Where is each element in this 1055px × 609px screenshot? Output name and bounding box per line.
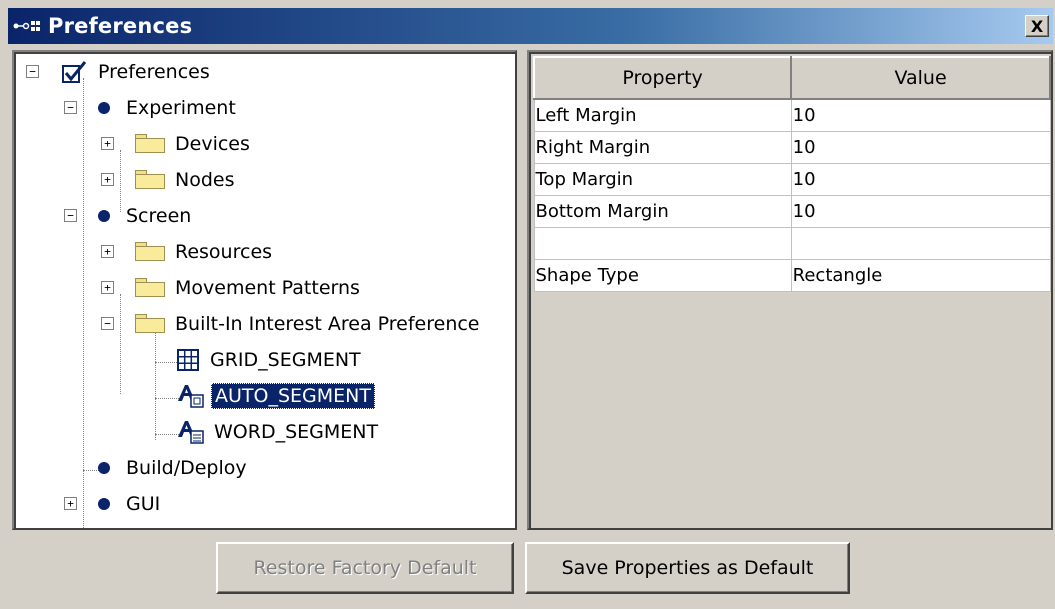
property-row[interactable] bbox=[533, 226, 1051, 260]
tree-expander-expand[interactable]: + bbox=[101, 245, 114, 258]
folder-icon bbox=[134, 278, 166, 298]
tree-item[interactable]: Devices bbox=[134, 126, 253, 162]
app-icon bbox=[12, 16, 48, 36]
grid-icon bbox=[177, 349, 199, 371]
tree-connector bbox=[155, 398, 179, 399]
tree-item-label: Nodes bbox=[175, 169, 235, 191]
bullet-icon bbox=[98, 498, 110, 510]
tree-item-label: WORD_SEGMENT bbox=[214, 421, 379, 443]
bullet-icon bbox=[98, 462, 110, 474]
tree-item[interactable]: WORD_SEGMENT bbox=[177, 414, 381, 450]
property-name-cell[interactable] bbox=[533, 226, 792, 260]
title-bar[interactable]: Preferences X bbox=[8, 8, 1053, 44]
property-value-cell[interactable] bbox=[790, 226, 1051, 260]
tree-item[interactable]: Experiment bbox=[98, 90, 239, 126]
property-panel: Property Value Left Margin 10 Right Margin… bbox=[527, 50, 1053, 530]
tree-expander-expand[interactable]: + bbox=[101, 281, 114, 294]
property-table: Property Value Left Margin 10 Right Margin… bbox=[532, 56, 1051, 292]
folder-icon bbox=[134, 134, 166, 154]
tree-expander-collapse[interactable]: − bbox=[64, 209, 77, 222]
tree-connector bbox=[83, 78, 84, 528]
bullet-icon bbox=[98, 210, 110, 222]
tree-connector bbox=[120, 294, 121, 394]
tree-expander-expand[interactable]: + bbox=[101, 173, 114, 186]
column-header-value[interactable]: Value bbox=[790, 56, 1051, 100]
tree-item-label: Movement Patterns bbox=[175, 277, 360, 299]
tree-expander-expand[interactable]: + bbox=[101, 137, 114, 150]
tree-item[interactable]: AUTO_SEGMENT bbox=[177, 378, 375, 414]
tree-item-label: GRID_SEGMENT bbox=[210, 349, 361, 371]
property-name-cell[interactable]: Top Margin bbox=[533, 162, 792, 196]
property-row[interactable]: Left Margin 10 bbox=[533, 98, 1051, 132]
auto-segment-icon bbox=[177, 383, 205, 409]
preferences-tree[interactable]: − Preferences − Experiment + Devices + Nodes − Sc… bbox=[12, 50, 517, 530]
tree-item-label: Resources bbox=[175, 241, 273, 263]
property-row[interactable]: Right Margin 10 bbox=[533, 130, 1051, 164]
tree-item[interactable]: GRID_SEGMENT bbox=[177, 342, 364, 378]
tree-item-label: AUTO_SEGMENT bbox=[211, 383, 375, 409]
property-row[interactable]: Bottom Margin 10 bbox=[533, 194, 1051, 228]
tree-item[interactable]: GUI bbox=[98, 486, 163, 522]
property-value-cell[interactable]: 10 bbox=[790, 162, 1051, 196]
open-folder-icon bbox=[134, 314, 166, 334]
tree-item-label: GUI bbox=[126, 493, 161, 515]
word-segment-icon bbox=[177, 419, 205, 445]
close-icon: X bbox=[1030, 16, 1044, 36]
tree-item[interactable]: Built-In Interest Area Preference bbox=[134, 306, 483, 342]
tree-item-label: Build/Deploy bbox=[126, 457, 247, 479]
property-name-cell[interactable]: Right Margin bbox=[533, 130, 792, 164]
tree-expander-expand[interactable]: + bbox=[64, 497, 77, 510]
tree-item-label: Devices bbox=[175, 133, 250, 155]
tree-connector bbox=[155, 330, 156, 440]
tree-expander-collapse[interactable]: − bbox=[26, 65, 39, 78]
property-row[interactable]: Top Margin 10 bbox=[533, 162, 1051, 196]
folder-icon bbox=[134, 170, 166, 190]
property-value-cell[interactable]: 10 bbox=[790, 194, 1051, 228]
tree-item[interactable]: Build/Deploy bbox=[98, 450, 250, 486]
tree-item[interactable]: Screen bbox=[98, 198, 194, 234]
tree-item-label: Preferences bbox=[98, 61, 210, 83]
tree-expander-collapse[interactable]: − bbox=[64, 101, 77, 114]
folder-icon bbox=[134, 242, 166, 262]
checkbox-icon bbox=[61, 60, 87, 84]
column-header-property[interactable]: Property bbox=[532, 56, 793, 100]
tree-item[interactable]: Movement Patterns bbox=[134, 270, 363, 306]
tree-item[interactable]: Preferences bbox=[61, 54, 213, 90]
property-name-cell[interactable]: Left Margin bbox=[533, 98, 792, 132]
bullet-icon bbox=[98, 102, 110, 114]
property-name-cell[interactable]: Bottom Margin bbox=[533, 194, 792, 228]
close-button[interactable]: X bbox=[1025, 15, 1049, 37]
tree-item-label: Screen bbox=[126, 205, 192, 227]
property-value-cell[interactable]: Rectangle bbox=[790, 258, 1051, 292]
restore-factory-default-button: Restore Factory Default bbox=[216, 542, 514, 594]
tree-item-label: Experiment bbox=[126, 97, 236, 119]
property-value-cell[interactable]: 10 bbox=[790, 98, 1051, 132]
tree-connector bbox=[155, 434, 179, 435]
tree-item-label: Built-In Interest Area Preference bbox=[175, 313, 480, 335]
save-properties-as-default-button[interactable]: Save Properties as Default bbox=[525, 542, 850, 594]
property-value-cell[interactable]: 10 bbox=[790, 130, 1051, 164]
tree-item[interactable]: Nodes bbox=[134, 162, 238, 198]
tree-item[interactable]: Resources bbox=[134, 234, 275, 270]
property-row[interactable]: Shape Type Rectangle bbox=[533, 258, 1051, 292]
tree-connector bbox=[155, 362, 179, 363]
window-title: Preferences bbox=[48, 14, 193, 38]
tree-expander-collapse[interactable]: − bbox=[101, 317, 114, 330]
property-name-cell[interactable]: Shape Type bbox=[533, 258, 792, 292]
